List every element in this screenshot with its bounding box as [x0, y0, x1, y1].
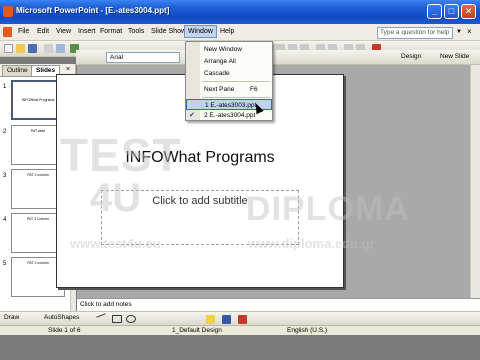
window-title: Microsoft PowerPoint - [E.-ates3004.ppt]	[16, 6, 170, 15]
menu-view[interactable]: View	[54, 27, 73, 36]
menu-item-label: Cascade	[204, 70, 230, 77]
autoshapes-button[interactable]: AutoShapes	[44, 314, 79, 321]
desktop-background	[0, 335, 480, 360]
font-name-select[interactable]: Arial	[106, 52, 180, 63]
slide-number: 2	[3, 129, 7, 135]
rectangle-icon[interactable]	[112, 315, 122, 323]
menu-item-cascade[interactable]: Cascade	[186, 68, 272, 79]
menu-separator	[202, 81, 270, 82]
menu-item-shortcut: F6	[250, 86, 258, 93]
menu-item-next-pane[interactable]: Next Pane F6	[186, 84, 272, 95]
watermark-diploma: DIPLOMA	[246, 190, 410, 228]
slide-number: 5	[3, 261, 7, 267]
chevron-down-icon[interactable]: ▼	[456, 29, 462, 35]
notes-pane[interactable]: Click to add notes	[77, 298, 480, 311]
menu-bar: File Edit View Insert Format Tools Slide…	[0, 24, 480, 41]
watermark-test: TEST	[60, 129, 182, 181]
formatting-toolbar: Arial Design New Slide	[76, 50, 480, 65]
minimize-button[interactable]: _	[427, 4, 442, 19]
menu-file[interactable]: File	[16, 27, 31, 36]
checkmark-icon: ✔	[189, 112, 195, 119]
document-icon[interactable]	[3, 27, 12, 37]
slide-number: 1	[3, 84, 7, 90]
menu-slide-show[interactable]: Slide Show	[149, 27, 188, 36]
font-color-icon[interactable]	[238, 315, 247, 324]
slide-counter: Slide 1 of 6	[48, 327, 81, 334]
watermark-url-test4u: www.test4u.eu	[70, 236, 161, 251]
language-indicator: English (U.S.)	[287, 327, 328, 334]
powerpoint-window: Microsoft PowerPoint - [E.-ates3004.ppt]…	[0, 0, 480, 360]
menu-separator	[202, 97, 270, 98]
menu-item-label: Arrange All	[204, 58, 236, 65]
preview-icon[interactable]	[56, 44, 65, 53]
close-document-button[interactable]: ×	[467, 27, 472, 36]
new-slide-button[interactable]: New Slide	[440, 53, 469, 60]
oval-icon[interactable]	[126, 315, 136, 323]
print-icon[interactable]	[44, 44, 53, 53]
status-bar: Slide 1 of 6 1_Default Design English (U…	[0, 325, 480, 335]
design-button[interactable]: Design	[401, 53, 421, 60]
menu-item-label: Next Pane	[204, 86, 235, 93]
line-icon[interactable]	[96, 313, 106, 318]
draw-menu-button[interactable]: Draw	[4, 314, 19, 321]
slide-number: 3	[3, 173, 7, 179]
close-pane-button[interactable]: ×	[66, 66, 70, 73]
help-search-input[interactable]: Type a question for help	[377, 27, 453, 39]
fill-color-icon[interactable]	[206, 315, 215, 324]
new-icon[interactable]	[4, 44, 13, 53]
maximize-button[interactable]: □	[444, 4, 459, 19]
powerpoint-icon	[3, 6, 13, 17]
slide-number: 4	[3, 217, 7, 223]
design-name: 1_Default Design	[172, 327, 222, 334]
menu-edit[interactable]: Edit	[35, 27, 51, 36]
menu-window[interactable]: Window	[184, 25, 217, 38]
menu-help[interactable]: Help	[218, 27, 236, 36]
watermark-url-diploma: www.diploma.edu.gr	[248, 236, 375, 251]
line-color-icon[interactable]	[222, 315, 231, 324]
watermark-4u: 4U	[90, 176, 142, 220]
menu-format[interactable]: Format	[98, 27, 124, 36]
menu-item-label: 2 E.-ates3004.ppt	[204, 112, 256, 119]
menu-item-arrange-all[interactable]: Arrange All	[186, 56, 272, 67]
menu-item-new-window[interactable]: New Window	[186, 44, 272, 55]
menu-item-label: New Window	[204, 46, 242, 53]
slide-scrollbar[interactable]	[470, 65, 480, 298]
close-button[interactable]: ✕	[461, 4, 476, 19]
tab-outline[interactable]: Outline	[2, 65, 33, 76]
menu-tools[interactable]: Tools	[126, 27, 146, 36]
title-bar: Microsoft PowerPoint - [E.-ates3004.ppt]…	[0, 0, 480, 24]
save-icon[interactable]	[28, 44, 37, 53]
menu-insert[interactable]: Insert	[76, 27, 98, 36]
menu-item-label: 1 E.-ates3003.ppt	[205, 102, 257, 109]
drawing-toolbar: Draw AutoShapes	[0, 311, 480, 325]
open-icon[interactable]	[16, 44, 25, 53]
